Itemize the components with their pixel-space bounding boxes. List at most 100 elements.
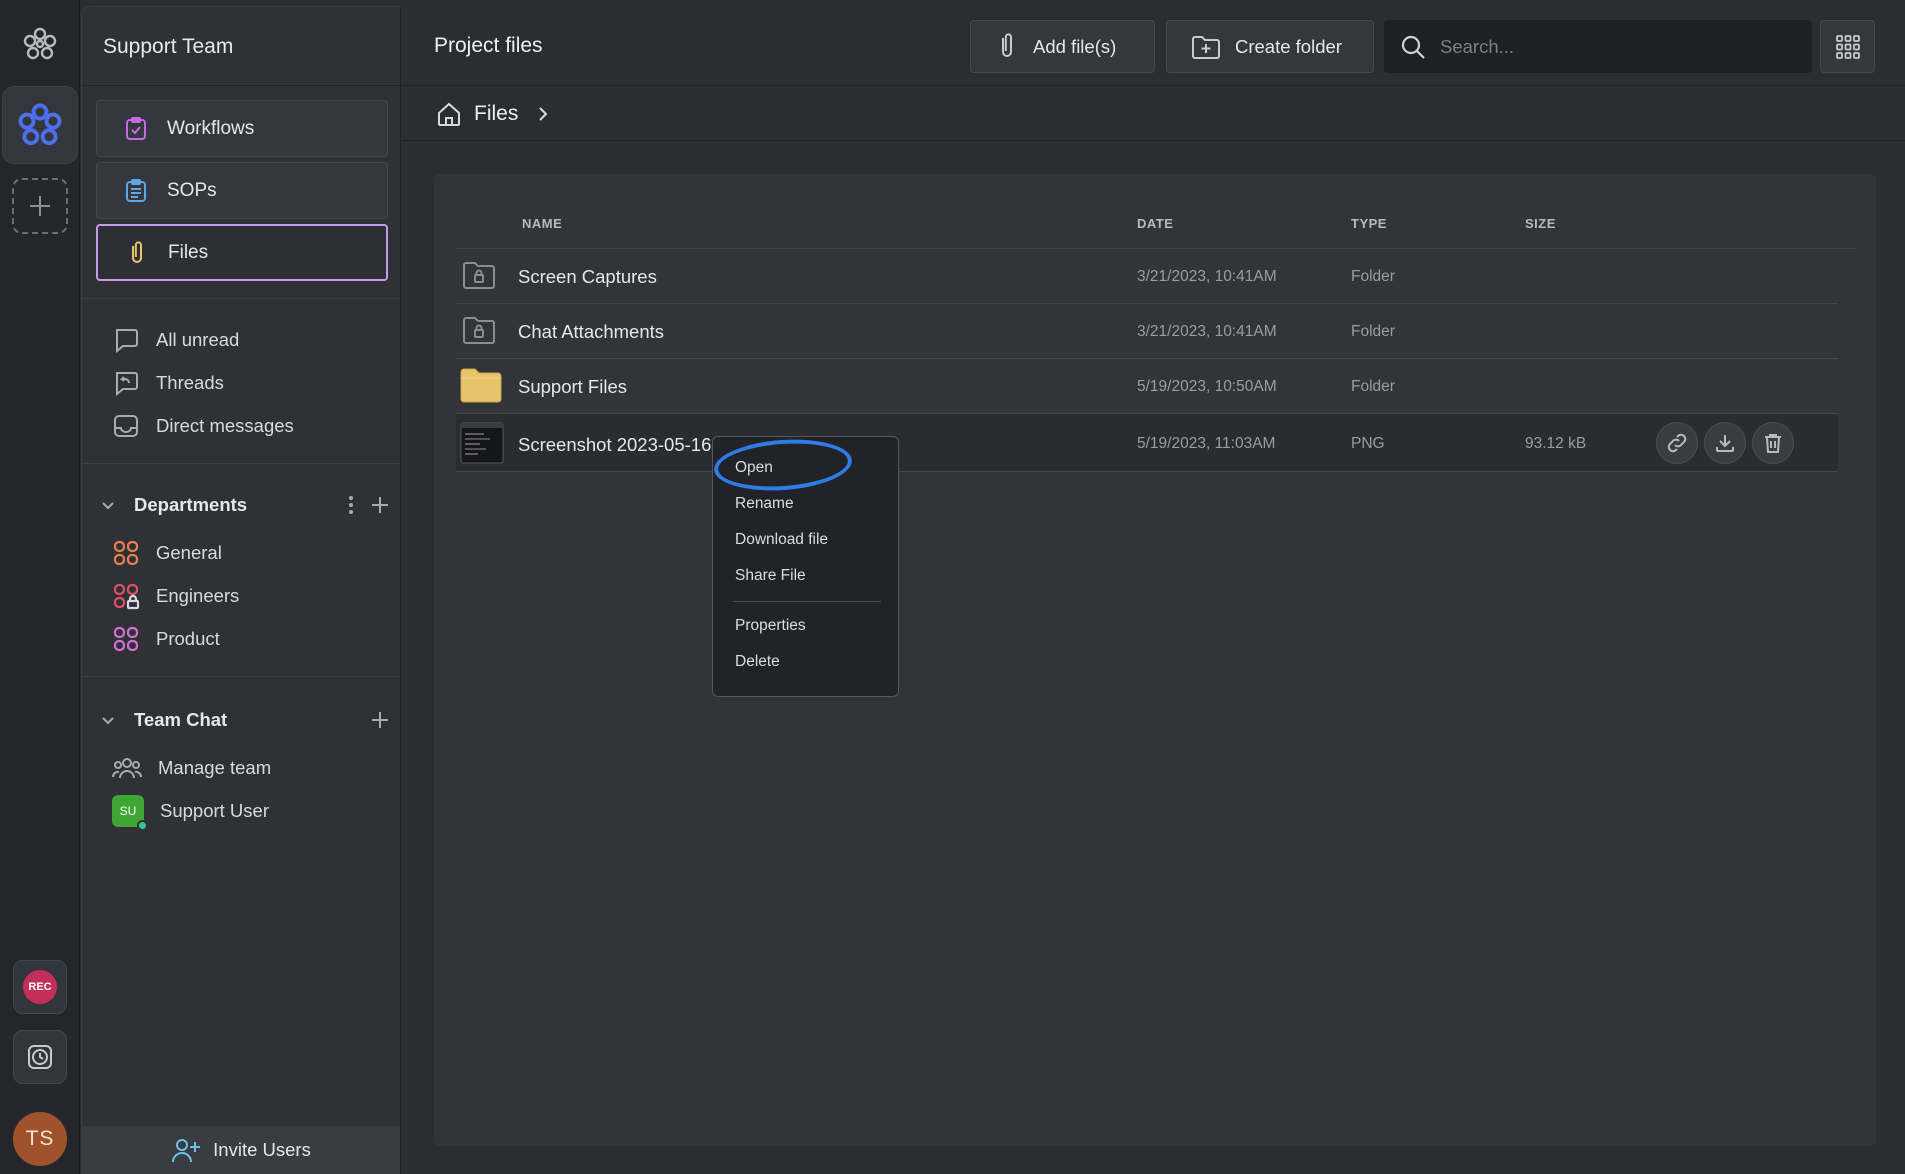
folder-plus-icon bbox=[1192, 35, 1220, 59]
sidebar-item-label: Manage team bbox=[158, 757, 272, 778]
more-vertical-icon[interactable] bbox=[348, 495, 354, 515]
button-label: Create folder bbox=[1235, 35, 1342, 57]
sidebar-item-threads[interactable]: Threads bbox=[112, 368, 224, 398]
context-menu-properties[interactable]: Properties bbox=[735, 617, 806, 635]
apps-grid-button[interactable] bbox=[1820, 20, 1875, 73]
file-type: Folder bbox=[1351, 268, 1395, 285]
paperclip-icon bbox=[132, 240, 142, 263]
department-engineers[interactable]: Engineers bbox=[112, 581, 239, 611]
divider bbox=[733, 601, 881, 602]
plus-icon[interactable] bbox=[370, 710, 390, 730]
manage-team[interactable]: Manage team bbox=[112, 753, 271, 783]
context-menu-share-file[interactable]: Share File bbox=[735, 567, 806, 585]
context-menu-rename[interactable]: Rename bbox=[735, 495, 794, 513]
table-row[interactable]: Screenshot 2023-05-16 5/19/2023, 11:03AM… bbox=[456, 414, 1838, 472]
channel-icon bbox=[113, 540, 139, 566]
file-date: 5/19/2023, 10:50AM bbox=[1137, 378, 1277, 395]
search-icon bbox=[1401, 35, 1425, 59]
threads-icon bbox=[116, 372, 138, 397]
file-name: Chat Attachments bbox=[518, 321, 665, 342]
page-title: Project files bbox=[434, 34, 543, 57]
file-name: Screen Captures bbox=[518, 266, 657, 287]
divider bbox=[82, 85, 400, 86]
topbar: Project files Add file(s) Create folder bbox=[402, 0, 1905, 86]
sidebar: Support Team Workflows SOPs Files All un… bbox=[81, 6, 401, 1174]
download-button[interactable] bbox=[1704, 422, 1746, 464]
table-row[interactable]: Screen Captures 3/21/2023, 10:41AM Folde… bbox=[456, 249, 1838, 304]
context-menu-delete[interactable]: Delete bbox=[735, 653, 780, 671]
file-type: Folder bbox=[1351, 378, 1395, 395]
file-size: 93.12 kB bbox=[1525, 435, 1587, 452]
team-icon bbox=[112, 758, 142, 779]
search-box bbox=[1384, 20, 1812, 73]
breadcrumb-files[interactable]: Files bbox=[436, 101, 550, 127]
avatar: SU bbox=[112, 795, 148, 831]
main-content: Project files Add file(s) Create folder … bbox=[402, 0, 1905, 1174]
nav-label: Files bbox=[168, 241, 209, 263]
file-type: Folder bbox=[1351, 323, 1395, 340]
locked-folder-icon bbox=[462, 314, 496, 351]
chevron-down-icon[interactable] bbox=[100, 712, 116, 728]
nav-files[interactable]: Files bbox=[96, 224, 388, 281]
invite-label: Invite Users bbox=[213, 1139, 311, 1160]
table-row[interactable]: Support Files 5/19/2023, 10:50AM Folder bbox=[456, 359, 1838, 414]
breadcrumb: Files bbox=[402, 87, 1905, 141]
column-header-size[interactable]: SIZE bbox=[1525, 216, 1556, 231]
sidebar-item-label: All unread bbox=[156, 329, 240, 350]
workspace-support-team[interactable] bbox=[2, 86, 78, 164]
sidebar-item-direct-messages[interactable]: Direct messages bbox=[112, 411, 294, 441]
invite-users-button[interactable]: Invite Users bbox=[82, 1126, 400, 1174]
sidebar-item-label: Support User bbox=[160, 800, 269, 821]
sidebar-item-all-unread[interactable]: All unread bbox=[112, 325, 239, 355]
nav-sops[interactable]: SOPs bbox=[96, 162, 388, 219]
department-label: General bbox=[156, 542, 222, 563]
nav-label: SOPs bbox=[167, 179, 217, 201]
add-workspace-button[interactable] bbox=[12, 178, 68, 234]
button-label: Add file(s) bbox=[1033, 35, 1117, 57]
user-avatar[interactable]: TS bbox=[13, 1112, 67, 1166]
inbox-icon bbox=[114, 415, 138, 437]
avatar-initials: SU bbox=[119, 804, 137, 818]
add-files-button[interactable]: Add file(s) bbox=[970, 20, 1155, 73]
files-table: NAME DATE TYPE SIZE Screen Captures 3/21… bbox=[434, 174, 1876, 1146]
department-product[interactable]: Product bbox=[112, 624, 220, 654]
section-title: Team Chat bbox=[134, 709, 228, 730]
team-chat-header[interactable]: Team Chat bbox=[100, 705, 390, 735]
department-general[interactable]: General bbox=[112, 538, 222, 568]
create-folder-button[interactable]: Create folder bbox=[1166, 20, 1374, 73]
image-thumbnail-icon bbox=[460, 422, 504, 469]
record-button[interactable]: REC bbox=[13, 960, 67, 1014]
rec-label: REC bbox=[23, 970, 57, 1004]
clock-icon[interactable] bbox=[13, 1030, 67, 1084]
context-menu-download-file[interactable]: Download file bbox=[735, 531, 828, 549]
sop-clipboard-icon bbox=[126, 178, 146, 202]
divider bbox=[82, 676, 400, 677]
department-label: Engineers bbox=[156, 585, 240, 606]
breadcrumb-label: Files bbox=[474, 102, 519, 125]
online-status-indicator bbox=[137, 820, 148, 831]
divider bbox=[82, 298, 400, 299]
search-input[interactable] bbox=[1440, 35, 1780, 58]
section-actions bbox=[348, 490, 390, 520]
table-row[interactable]: Chat Attachments 3/21/2023, 10:41AM Fold… bbox=[456, 304, 1838, 359]
workspace-rail: REC TS bbox=[0, 0, 80, 1174]
trash-icon bbox=[1765, 434, 1781, 453]
copy-link-button[interactable] bbox=[1656, 422, 1698, 464]
delete-button[interactable] bbox=[1752, 422, 1794, 464]
nav-label: Workflows bbox=[167, 117, 255, 139]
departments-header[interactable]: Departments bbox=[100, 490, 390, 520]
column-header-date[interactable]: DATE bbox=[1137, 216, 1173, 231]
sidebar-item-label: Threads bbox=[156, 372, 224, 393]
chevron-down-icon[interactable] bbox=[100, 497, 116, 513]
home-icon bbox=[438, 102, 460, 126]
chevron-right-icon[interactable] bbox=[536, 105, 550, 123]
column-header-type[interactable]: TYPE bbox=[1351, 216, 1387, 231]
workflow-clipboard-icon bbox=[126, 116, 146, 140]
dm-support-user[interactable]: SU Support User bbox=[112, 795, 269, 831]
plus-icon[interactable] bbox=[370, 495, 390, 515]
nav-workflows[interactable]: Workflows bbox=[96, 100, 388, 157]
file-date: 3/21/2023, 10:41AM bbox=[1137, 323, 1277, 340]
locked-channel-icon bbox=[113, 583, 140, 610]
column-header-name[interactable]: NAME bbox=[522, 216, 562, 231]
app-logo-icon bbox=[20, 24, 60, 64]
